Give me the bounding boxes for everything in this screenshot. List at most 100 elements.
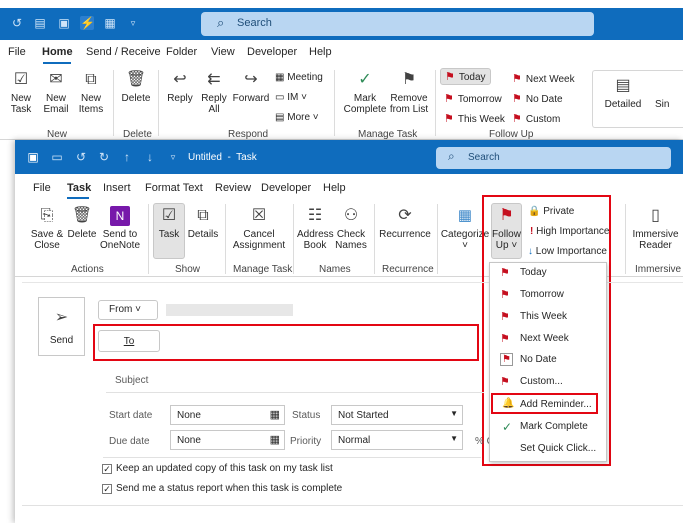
im-label: IM	[287, 92, 299, 103]
from-button[interactable]: From ˅	[98, 300, 158, 320]
more-button[interactable]: ▤ More ˅	[275, 112, 319, 123]
task-window-title: Untitled - Task	[188, 152, 257, 163]
immersive-reader-icon: ▯	[651, 207, 660, 224]
task-menu-file[interactable]: File	[33, 182, 51, 194]
menu-item-today[interactable]: Today	[520, 267, 547, 278]
menu-folder[interactable]: Folder	[166, 46, 197, 58]
task-menu-review[interactable]: Review	[215, 182, 251, 194]
task-menu-insert[interactable]: Insert	[103, 182, 131, 194]
task-menu-help[interactable]: Help	[323, 182, 346, 194]
today-label: Today	[458, 72, 486, 83]
to-button[interactable]: To	[98, 330, 160, 352]
calendar-icon[interactable]: ▦	[270, 433, 280, 446]
navigation-icon[interactable]: ▤	[33, 16, 47, 30]
meeting-button[interactable]: ▦ Meeting	[275, 72, 323, 83]
calendar-icon[interactable]: ▦	[270, 408, 280, 421]
send-button[interactable]: ➢ Send	[38, 297, 85, 356]
check-names-button[interactable]: ⚇ Check Names	[334, 206, 368, 251]
detailed-view-button[interactable]: ▤ Detailed	[600, 76, 646, 110]
menu-item-add-reminder[interactable]: Add Reminder...	[520, 399, 592, 410]
new-email-label: New Email	[43, 93, 69, 115]
view-icon[interactable]: ▦	[103, 16, 117, 30]
menu-home[interactable]: Home	[42, 46, 73, 58]
recurrence-button[interactable]: ⟳ Recurrence	[378, 206, 432, 240]
due-date-field[interactable]: None ▦	[170, 430, 285, 450]
menu-item-tomorrow[interactable]: Tomorrow	[520, 289, 564, 300]
redo-icon[interactable]: ↻	[97, 150, 111, 164]
delete-button[interactable]: 🗑 Delete	[120, 70, 152, 104]
mark-complete-button[interactable]: ✓ Mark Complete	[342, 70, 388, 115]
flag-icon: ⚑	[500, 376, 510, 388]
immersive-reader-button[interactable]: ▯ Immersive Reader	[628, 206, 683, 251]
menu-item-no-date[interactable]: No Date	[520, 354, 557, 365]
search-icon: ⌕	[448, 149, 455, 163]
followup-no-date-button[interactable]: ⚑ No Date	[512, 92, 563, 105]
task-menu-format-text[interactable]: Format Text	[145, 182, 203, 194]
down-arrow-icon[interactable]: ↓	[143, 150, 157, 164]
customize-qat-icon[interactable]: ▿	[126, 16, 140, 30]
undo-icon[interactable]: ↺	[74, 150, 88, 164]
new-email-button[interactable]: ✉ New Email	[40, 70, 72, 115]
menu-send-receive[interactable]: Send / Receive	[86, 46, 161, 58]
calendar-icon: ▦	[275, 72, 288, 83]
status-report-checkbox[interactable]: ✓	[102, 484, 112, 494]
undo-icon[interactable]: ↺	[10, 16, 24, 30]
save-close-button[interactable]: ⎘ Save & Close	[30, 206, 64, 251]
reply-all-button[interactable]: ⇇ Reply All	[198, 70, 230, 115]
task-view-button[interactable]: ☑ Task	[153, 203, 185, 259]
separator	[435, 70, 436, 136]
task-search-box[interactable]: ⌕ Search	[436, 147, 671, 169]
menu-item-next-week[interactable]: Next Week	[520, 333, 569, 344]
clipboard-icon[interactable]: ▣	[57, 16, 71, 30]
new-task-button[interactable]: ☑ New Task	[6, 70, 36, 115]
send-to-onenote-button[interactable]: N Send to OneNote	[99, 206, 141, 251]
followup-tomorrow-button[interactable]: ⚑ Tomorrow	[444, 92, 502, 105]
keep-copy-checkbox[interactable]: ✓	[102, 464, 112, 474]
reply-icon: ↩	[173, 71, 187, 88]
menu-item-set-quick-click[interactable]: Set Quick Click...	[520, 443, 596, 454]
task-menu-developer[interactable]: Developer	[261, 182, 311, 194]
no-date-label: No Date	[525, 94, 563, 105]
priority-select[interactable]: Normal ▼	[331, 430, 463, 450]
quick-steps-icon[interactable]: ⚡	[80, 16, 95, 30]
menu-item-this-week[interactable]: This Week	[520, 311, 567, 322]
separator	[437, 204, 438, 274]
details-button[interactable]: ⧉ Details	[187, 206, 219, 240]
remove-from-list-button[interactable]: ⚑ Remove from List	[388, 70, 430, 115]
new-items-button[interactable]: ⧉ New Items	[74, 70, 108, 115]
status-select[interactable]: Not Started ▼	[331, 405, 463, 425]
start-date-field[interactable]: None ▦	[170, 405, 285, 425]
menu-item-mark-complete[interactable]: Mark Complete	[520, 421, 588, 432]
save-icon[interactable]: ▭	[50, 150, 64, 164]
simple-view-button[interactable]: Sin	[655, 76, 683, 110]
customize-qat-icon[interactable]: ▿	[166, 150, 180, 164]
cancel-assignment-button[interactable]: ☒ Cancel Assignment	[230, 206, 288, 251]
flag-icon: ⚑	[512, 113, 522, 125]
im-button[interactable]: ▭ IM ˅	[275, 92, 307, 103]
to-field[interactable]	[168, 332, 468, 352]
forward-button[interactable]: ↪ Forward	[232, 70, 270, 104]
followup-this-week-button[interactable]: ⚑ This Week	[444, 112, 505, 125]
followup-today-button[interactable]: ⚑ Today	[440, 68, 491, 85]
menu-view[interactable]: View	[211, 46, 235, 58]
menu-help[interactable]: Help	[309, 46, 332, 58]
menu-file[interactable]: File	[8, 46, 26, 58]
start-date-label: Start date	[109, 410, 153, 421]
main-search-box[interactable]: ⌕ Search	[201, 12, 594, 36]
task-delete-button[interactable]: 🗑 Delete	[66, 206, 98, 240]
followup-custom-button[interactable]: ⚑ Custom	[512, 112, 560, 125]
dropdown-arrow-icon: ▼	[450, 409, 458, 418]
menu-developer[interactable]: Developer	[247, 46, 297, 58]
followup-next-week-button[interactable]: ⚑ Next Week	[512, 72, 575, 85]
menu-item-custom[interactable]: Custom...	[520, 376, 563, 387]
reply-all-label: Reply All	[201, 93, 227, 115]
names-group-label: Names	[319, 264, 351, 275]
detailed-label: Detailed	[604, 99, 642, 110]
up-arrow-icon[interactable]: ↑	[120, 150, 134, 164]
address-book-button[interactable]: ☷ Address Book	[297, 206, 334, 251]
task-menu-task[interactable]: Task	[67, 182, 91, 194]
subject-field[interactable]	[160, 370, 485, 390]
save-close-label: Save & Close	[30, 229, 64, 251]
reply-button[interactable]: ↩ Reply	[164, 70, 196, 104]
chevron-down-icon: ˅	[135, 304, 141, 315]
